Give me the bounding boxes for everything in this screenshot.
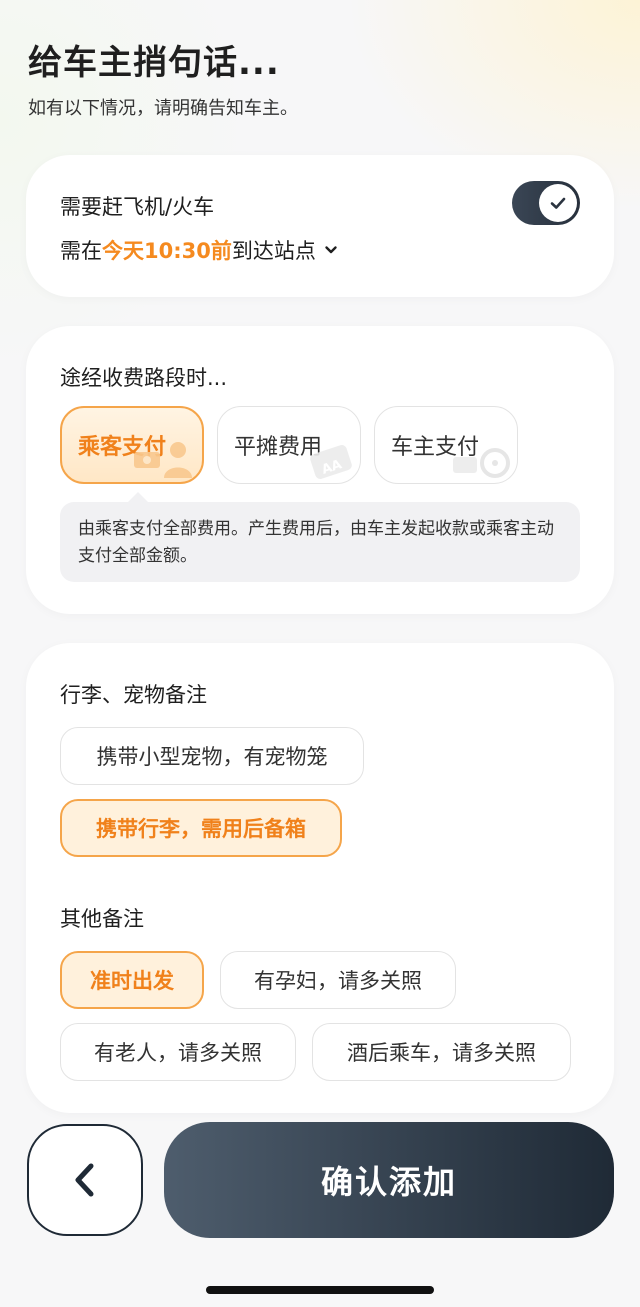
flight-card: 需要赶飞机/火车 需在 今天10:30前 到达站点 xyxy=(26,155,614,297)
page-header: 给车主捎句话... 如有以下情况，请明确告知车主。 xyxy=(28,40,298,120)
confirm-add-button[interactable]: 确认添加 xyxy=(164,1122,614,1238)
toll-option-split[interactable]: 平摊费用 AA xyxy=(217,406,361,484)
aa-split-icon: AA xyxy=(310,445,352,479)
flight-toggle[interactable] xyxy=(512,181,580,225)
chip-luggage-trunk[interactable]: 携带行李，需用后备箱 xyxy=(60,799,342,857)
toll-card: 途经收费路段时... 乘客支付 平摊费用 AA 车主支付 由乘客支付全部费用。产… xyxy=(26,326,614,614)
luggage-title: 行李、宠物备注 xyxy=(60,683,207,707)
page-subtitle: 如有以下情况，请明确告知车主。 xyxy=(28,98,298,119)
home-indicator xyxy=(206,1286,434,1294)
steering-wheel-icon xyxy=(453,448,510,478)
passenger-pay-icon xyxy=(134,442,192,478)
arrival-time-selector[interactable]: 需在 今天10:30前 到达站点 xyxy=(60,235,338,265)
chevron-left-icon xyxy=(75,1163,94,1197)
chip-elderly[interactable]: 有老人，请多关照 xyxy=(60,1023,296,1081)
arrival-time-highlight: 今天10:30前 xyxy=(102,239,232,263)
chip-small-pet[interactable]: 携带小型宠物，有宠物笼 xyxy=(60,727,364,785)
notes-card: 行李、宠物备注 携带小型宠物，有宠物笼 携带行李，需用后备箱 其他备注 准时出发… xyxy=(26,643,614,1113)
chip-after-drinking[interactable]: 酒后乘车，请多关照 xyxy=(312,1023,571,1081)
check-icon xyxy=(539,184,577,222)
arrival-prefix: 需在 xyxy=(60,239,102,263)
page-title: 给车主捎句话... xyxy=(28,43,280,83)
back-button[interactable] xyxy=(27,1124,143,1236)
toll-description: 由乘客支付全部费用。产生费用后，由车主发起收款或乘客主动支付全部金额。 xyxy=(60,492,580,582)
chevron-down-icon xyxy=(325,246,337,254)
toll-option-driver-pay[interactable]: 车主支付 xyxy=(374,406,518,484)
arrival-suffix: 到达站点 xyxy=(231,239,316,263)
other-title: 其他备注 xyxy=(60,907,144,931)
chip-on-time[interactable]: 准时出发 xyxy=(60,951,204,1009)
flight-label: 需要赶飞机/火车 xyxy=(60,195,215,219)
toll-title: 途经收费路段时... xyxy=(60,366,228,390)
chip-pregnant[interactable]: 有孕妇，请多关照 xyxy=(220,951,456,1009)
toll-option-passenger-pay[interactable]: 乘客支付 xyxy=(60,406,204,484)
